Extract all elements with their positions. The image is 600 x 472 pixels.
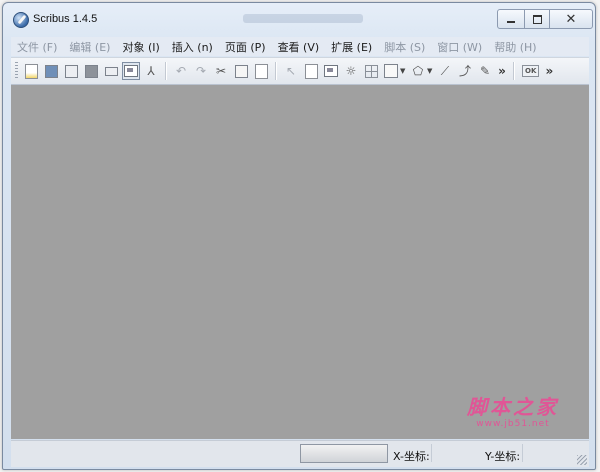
shape-dropdown-icon[interactable]: ▼ bbox=[400, 67, 408, 75]
close-icon: ✕ bbox=[565, 11, 577, 27]
render-frame-icon: ☼ bbox=[345, 64, 357, 78]
image-frame-icon bbox=[324, 65, 338, 77]
watermark-url: www.jb51.net bbox=[476, 419, 550, 429]
minimize-button[interactable] bbox=[497, 9, 525, 29]
redo-icon: ↷ bbox=[195, 64, 207, 78]
title-blur bbox=[243, 14, 363, 23]
print-icon bbox=[104, 66, 118, 76]
open-folder-icon bbox=[44, 64, 58, 78]
paste-button[interactable] bbox=[253, 63, 269, 79]
menu-edit[interactable]: 编辑 (E) bbox=[63, 39, 116, 55]
toolbar-separator bbox=[275, 62, 277, 80]
line-button[interactable]: ⟋ bbox=[437, 63, 453, 79]
window-title: Scribus 1.4.5 bbox=[33, 13, 98, 25]
maximize-button[interactable] bbox=[524, 9, 550, 29]
status-bar: X-坐标: Y-坐标: bbox=[11, 440, 589, 467]
ok-button[interactable]: OK bbox=[522, 65, 540, 77]
title-bar[interactable]: Scribus 1.4.5 ✕ bbox=[3, 3, 595, 33]
close-button[interactable]: ✕ bbox=[549, 9, 593, 29]
copy-button[interactable] bbox=[233, 63, 249, 79]
menu-page[interactable]: 页面 (P) bbox=[219, 39, 272, 55]
menu-script[interactable]: 脚本 (S) bbox=[378, 39, 431, 55]
polygon-dropdown-icon[interactable]: ▼ bbox=[427, 67, 435, 75]
print-button[interactable] bbox=[103, 63, 119, 79]
polygon-button[interactable]: ⬠ bbox=[410, 63, 426, 79]
paste-icon bbox=[254, 63, 268, 79]
open-document-button[interactable] bbox=[43, 63, 59, 79]
menu-insert[interactable]: 插入 (n) bbox=[166, 39, 219, 55]
shape-button[interactable] bbox=[383, 63, 399, 79]
zoom-field[interactable] bbox=[300, 444, 388, 463]
render-frame-button[interactable]: ☼ bbox=[343, 63, 359, 79]
preflight-button[interactable] bbox=[122, 62, 140, 80]
image-frame-button[interactable] bbox=[323, 63, 339, 79]
cut-button[interactable]: ✂ bbox=[213, 63, 229, 79]
rectangle-icon bbox=[384, 64, 398, 78]
maximize-icon bbox=[532, 14, 542, 24]
menu-help[interactable]: 帮助 (H) bbox=[488, 39, 542, 55]
close-document-icon bbox=[84, 64, 98, 78]
menu-bar: 文件 (F) 编辑 (E) 对象 (I) 插入 (n) 页面 (P) 查看 (V… bbox=[11, 37, 589, 56]
scissors-icon: ✂ bbox=[215, 64, 227, 78]
watermark: 脚本之家 www.jb51.net bbox=[467, 391, 559, 429]
y-coordinate-label: Y-坐标: bbox=[485, 450, 521, 463]
freehand-button[interactable]: ✎ bbox=[477, 63, 493, 79]
menu-file[interactable]: 文件 (F) bbox=[11, 39, 63, 55]
undo-button[interactable]: ↶ bbox=[173, 63, 189, 79]
menu-extras[interactable]: 扩展 (E) bbox=[325, 39, 378, 55]
toolbar-grip[interactable] bbox=[15, 62, 18, 80]
new-document-button[interactable] bbox=[23, 63, 39, 79]
save-button[interactable] bbox=[63, 63, 79, 79]
y-coordinate-value bbox=[522, 444, 573, 462]
redo-button[interactable]: ↷ bbox=[193, 63, 209, 79]
save-icon bbox=[64, 64, 78, 78]
pdf-icon: ⅄ bbox=[147, 64, 155, 78]
scribus-app-icon[interactable] bbox=[13, 12, 29, 28]
document-canvas[interactable]: 脚本之家 www.jb51.net bbox=[11, 85, 589, 439]
menu-item-object[interactable]: 对象 (I) bbox=[116, 39, 165, 55]
new-document-icon bbox=[24, 63, 38, 79]
minimize-icon bbox=[507, 21, 515, 23]
x-coordinate-label: X-坐标: bbox=[393, 450, 430, 463]
pointer-icon: ↖ bbox=[285, 64, 297, 78]
menu-view[interactable]: 查看 (V) bbox=[272, 39, 326, 55]
text-frame-button[interactable] bbox=[303, 63, 319, 79]
export-pdf-button[interactable]: ⅄ bbox=[143, 63, 159, 79]
table-icon bbox=[364, 64, 378, 78]
text-frame-icon bbox=[304, 63, 318, 79]
pencil-icon: ✎ bbox=[479, 64, 491, 78]
polygon-icon: ⬠ bbox=[412, 64, 424, 78]
bezier-button[interactable]: ⤴ bbox=[457, 63, 473, 79]
close-document-button[interactable] bbox=[83, 63, 99, 79]
select-tool-button[interactable]: ↖ bbox=[283, 63, 299, 79]
toolbar-separator bbox=[165, 62, 167, 80]
toolbar-separator bbox=[513, 62, 515, 80]
app-window: Scribus 1.4.5 ✕ 文件 (F) 编辑 (E) 对象 (I) 插入 … bbox=[2, 2, 596, 470]
undo-icon: ↶ bbox=[175, 64, 187, 78]
toolbar-overflow-button[interactable]: » bbox=[495, 64, 509, 78]
watermark-title: 脚本之家 bbox=[467, 395, 559, 419]
resize-grip[interactable] bbox=[577, 455, 587, 465]
x-coordinate-value bbox=[431, 444, 482, 462]
toolbar-overflow-button-2[interactable]: » bbox=[542, 64, 556, 78]
line-icon: ⟋ bbox=[440, 64, 450, 78]
table-button[interactable] bbox=[363, 63, 379, 79]
preflight-icon bbox=[124, 65, 138, 77]
menu-windows[interactable]: 窗口 (W) bbox=[431, 39, 488, 55]
main-toolbar: ⅄ ↶ ↷ ✂ ↖ ☼ ▼ ⬠ ▼ ⟋ ⤴ ✎ » OK » bbox=[11, 57, 589, 85]
bezier-icon: ⤴ bbox=[458, 64, 471, 78]
copy-icon bbox=[234, 64, 248, 78]
